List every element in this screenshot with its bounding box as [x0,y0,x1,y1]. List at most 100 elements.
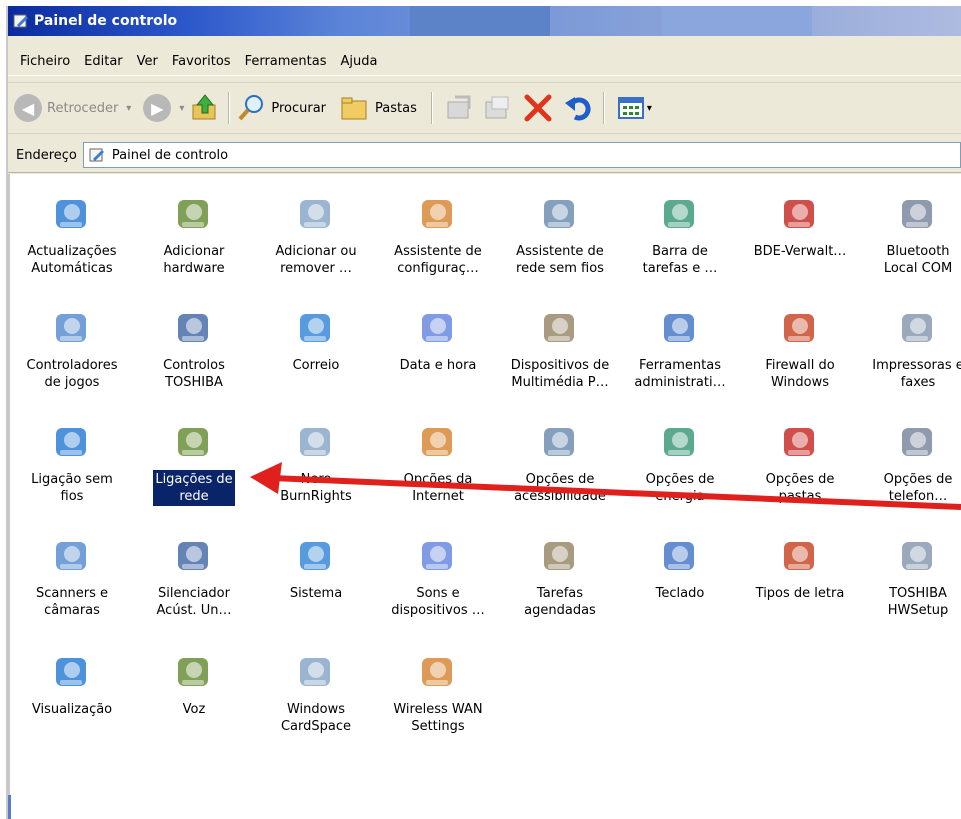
control-panel-item[interactable]: Data e hora [378,306,498,375]
item-label: Dispositivos de Multimédia P… [510,358,610,390]
control-panel-item[interactable]: Ferramentas administrati… [620,306,740,392]
control-panel-item[interactable]: Tipos de letra [740,534,860,603]
control-panel-icon [13,14,28,28]
menu-ajuda[interactable]: Ajuda [341,54,378,69]
item-label: Wireless WAN Settings [393,702,483,734]
address-bar: Endereço Painel de controlo [8,138,961,173]
item-label: Opções da Internet [403,472,473,504]
control-panel-item[interactable]: Visualização [12,650,132,719]
menu-editar[interactable]: Editar [84,54,123,69]
nero-icon [300,428,330,456]
portable-media-icon [544,314,574,342]
views-button[interactable]: ▾ [617,93,652,123]
item-label: Assistente de configuraç… [394,244,482,276]
back-button[interactable]: ◀ Retroceder ▾ [14,94,131,122]
control-panel-item[interactable]: Sistema [256,534,376,603]
fonts-icon [784,542,814,570]
add-hardware-icon [178,200,208,228]
move-to-button[interactable] [445,93,475,123]
up-folder-button[interactable] [190,93,220,123]
control-panel-item[interactable]: Actualizações Automáticas [12,192,132,278]
windows-update-icon [56,200,86,228]
control-panel-item[interactable]: Opções de pastas [740,420,860,506]
menu-ver[interactable]: Ver [137,54,158,69]
bluetooth-icon [902,200,932,228]
folders-label: Pastas [375,100,417,116]
title-stripe [662,6,812,36]
cd-silencer-icon [178,542,208,570]
control-panel-item[interactable]: Silenciador Acúst. Un… [134,534,254,620]
control-panel-item[interactable]: Ligação sem fios [12,420,132,506]
scrollbar-stub[interactable] [8,795,11,819]
control-panel-item[interactable]: Tarefas agendadas [500,534,620,620]
control-panel-item[interactable]: Assistente de configuraç… [378,192,498,278]
undo-icon [564,97,591,121]
date-time-icon [422,314,452,342]
window-title: Painel de controlo [34,13,178,29]
toolbar: ◀ Retroceder ▾ ▶ ▾ Procurar Pastas ▾ [8,82,961,134]
delete-button[interactable] [523,93,553,123]
folder-options-icon [784,428,814,456]
control-panel-item[interactable]: Firewall do Windows [740,306,860,392]
control-panel-item[interactable]: Adicionar ou remover … [256,192,376,278]
network-connections-icon [178,428,208,456]
title-bar[interactable]: Painel de controlo [8,6,961,36]
item-label: Nero BurnRights [280,472,352,504]
control-panel-item[interactable]: Scanners e câmaras [12,534,132,620]
item-label: Opções de pastas [765,472,835,504]
taskbar-icon [664,200,694,228]
control-panel-item[interactable]: Barra de tarefas e … [620,192,740,278]
control-panel-item[interactable]: Bluetooth Local COM [858,192,961,278]
printer-icon [902,314,932,342]
control-panel-item[interactable]: Controlos TOSHIBA [134,306,254,392]
control-panel-item[interactable]: Impressoras e faxes [858,306,961,392]
keyboard-icon [664,542,694,570]
system-icon [300,542,330,570]
back-arrow-icon: ◀ [14,94,42,122]
control-panel-item[interactable]: TOSHIBA HWSetup [858,534,961,620]
copy-to-button[interactable] [483,93,513,123]
mail-icon [300,314,330,342]
item-label: Adicionar hardware [163,244,225,276]
control-panel-item[interactable]: Voz [134,650,254,719]
control-panel-item[interactable]: Assistente de rede sem fios [500,192,620,278]
address-field[interactable]: Painel de controlo [82,142,961,168]
back-label: Retroceder [47,100,119,116]
search-button[interactable]: Procurar [236,93,326,123]
menu-favoritos[interactable]: Favoritos [172,54,231,69]
wireless-wan-icon [422,658,452,686]
control-panel-item[interactable]: Adicionar hardware [134,192,254,278]
control-panel-item[interactable]: Correio [256,306,376,375]
sounds-icon [422,542,452,570]
item-label: Correio [292,358,340,373]
item-label: Controladores de jogos [26,358,118,390]
control-panel-item[interactable]: Controladores de jogos [12,306,132,392]
control-panel-item[interactable]: Ligações de rede [134,420,254,506]
control-panel-item[interactable]: Opções da Internet [378,420,498,506]
control-panel-item[interactable]: Windows CardSpace [256,650,376,736]
item-label: Bluetooth Local COM [883,244,953,276]
menu-ficheiro[interactable]: Ficheiro [20,54,70,69]
control-panel-item[interactable]: Nero BurnRights [256,420,376,506]
control-panel-item[interactable]: Opções de telefon… [858,420,961,506]
undo-button[interactable] [563,93,593,123]
control-panel-item[interactable]: Opções de energia [620,420,740,506]
item-label: Teclado [655,586,705,601]
control-panel-item[interactable]: BDE-Verwalt… [740,192,860,261]
control-panel-item[interactable]: Dispositivos de Multimédia P… [500,306,620,392]
delete-icon [524,94,552,122]
control-panel-item[interactable]: Wireless WAN Settings [378,650,498,736]
views-icon [617,97,644,119]
item-label: Assistente de rede sem fios [516,244,604,276]
menu-ferramentas[interactable]: Ferramentas [245,54,327,69]
control-panel-item[interactable]: Sons e dispositivos … [378,534,498,620]
item-label: Impressoras e faxes [872,358,961,390]
folders-button[interactable]: Pastas [340,93,417,123]
item-label: Ligações de rede [153,470,235,506]
control-panel-item[interactable]: Teclado [620,534,740,603]
network-setup-icon [422,200,452,228]
control-panel-item[interactable]: Opções de acessibilidade [500,420,620,506]
item-label: Silenciador Acúst. Un… [156,586,232,618]
item-label: Opções de energia [645,472,715,504]
forward-button[interactable]: ▶ ▾ [137,94,184,122]
